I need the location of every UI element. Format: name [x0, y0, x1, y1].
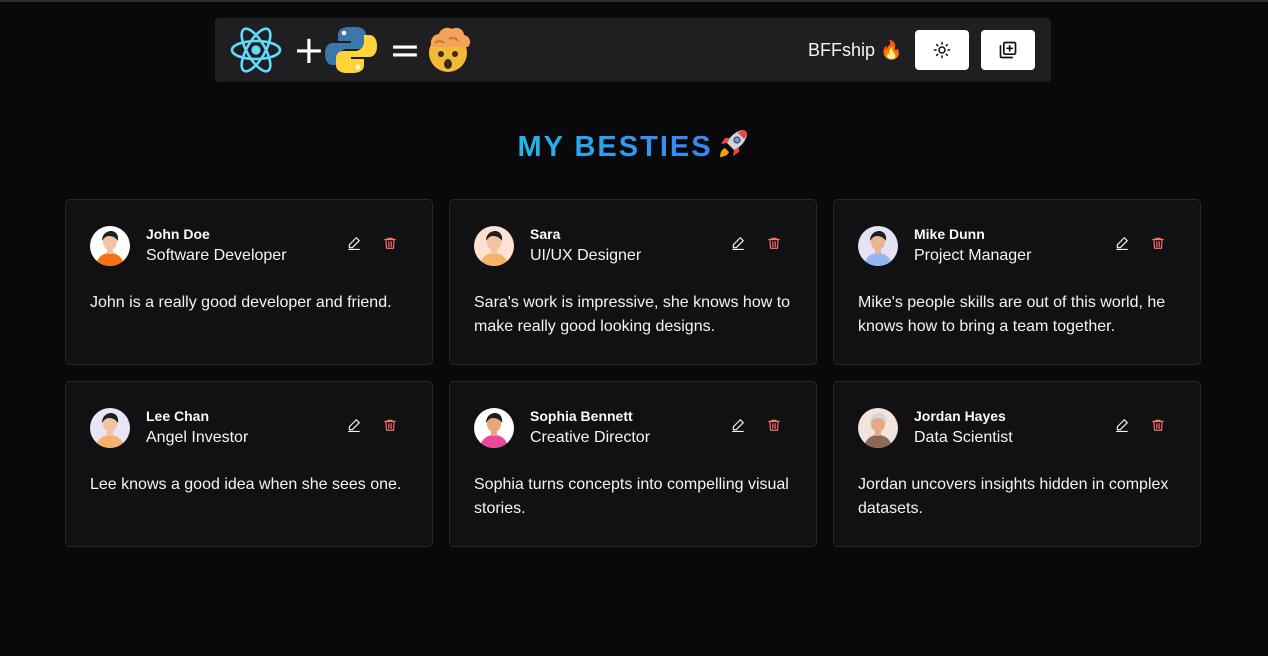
edit-button[interactable]: [727, 414, 749, 436]
friend-name: Lee Chan: [146, 408, 210, 424]
rocket-icon: [719, 130, 747, 157]
friend-description: Jordan uncovers insights hidden in compl…: [858, 476, 1169, 517]
avatar: [90, 226, 130, 266]
edit-button[interactable]: [1111, 414, 1133, 436]
friend-description: Lee knows a good idea when she sees one.: [90, 476, 402, 493]
avatar: [858, 226, 898, 266]
delete-button[interactable]: [1147, 232, 1169, 254]
pencil-icon: [348, 237, 360, 250]
avatar: [474, 408, 514, 448]
react-logo-icon: [230, 27, 282, 73]
friend-card: John Doe Software Developer John is a re…: [65, 199, 433, 365]
friend-name: John Doe: [146, 226, 210, 242]
window-top-border: [0, 0, 1268, 2]
pencil-icon: [1116, 419, 1128, 432]
plus-symbol: +: [293, 28, 325, 72]
trash-icon: [384, 419, 396, 431]
friend-card: Jordan Hayes Data Scientist Jordan uncov…: [833, 381, 1201, 547]
avatar-illustration: [90, 408, 130, 448]
avatar-illustration: [474, 226, 514, 266]
friend-description: Sara's work is impressive, she knows how…: [474, 294, 791, 335]
pencil-icon: [732, 419, 744, 432]
pencil-icon: [1116, 237, 1128, 250]
friend-role: Angel Investor: [146, 429, 249, 446]
friend-role: Project Manager: [914, 247, 1032, 264]
python-logo-icon: [325, 27, 377, 73]
friend-description: John is a really good developer and frie…: [90, 294, 392, 311]
friend-name: Mike Dunn: [914, 226, 985, 242]
friend-role: Creative Director: [530, 429, 651, 446]
trash-icon: [1152, 237, 1164, 249]
friend-name: Sophia Bennett: [530, 408, 633, 424]
friend-role: Software Developer: [146, 247, 287, 264]
trash-icon: [384, 237, 396, 249]
sun-icon: [933, 41, 951, 59]
friend-name: Sara: [530, 226, 561, 242]
friend-role: UI/UX Designer: [530, 247, 642, 264]
avatar-illustration: [858, 408, 898, 448]
navbar: + = BFFship 🔥: [215, 18, 1051, 82]
delete-button[interactable]: [379, 414, 401, 436]
trash-icon: [768, 419, 780, 431]
friend-name: Jordan Hayes: [914, 408, 1006, 424]
delete-button[interactable]: [379, 232, 401, 254]
avatar-illustration: [858, 226, 898, 266]
delete-button[interactable]: [1147, 414, 1169, 436]
trash-icon: [768, 237, 780, 249]
delete-button[interactable]: [763, 414, 785, 436]
avatar: [474, 226, 514, 266]
friend-card: Sara UI/UX Designer Sara's work is impre…: [449, 199, 817, 365]
friend-card: Lee Chan Angel Investor Lee knows a good…: [65, 381, 433, 547]
pencil-icon: [732, 237, 744, 250]
avatar-illustration: [474, 408, 514, 448]
friend-role: Data Scientist: [914, 429, 1013, 446]
friend-description: Sophia turns concepts into compelling vi…: [474, 476, 789, 517]
trash-icon: [1152, 419, 1164, 431]
exploding-head-emoji-icon: [429, 27, 471, 72]
edit-button[interactable]: [343, 232, 365, 254]
avatar-illustration: [90, 226, 130, 266]
brand-name: BFFship 🔥: [808, 40, 903, 60]
edit-button[interactable]: [343, 414, 365, 436]
edit-button[interactable]: [727, 232, 749, 254]
equals-symbol: =: [389, 28, 421, 72]
page-title: MY BESTIES: [0, 126, 1268, 165]
friend-card: Sophia Bennett Creative Director Sophia …: [449, 381, 817, 547]
theme-toggle-button[interactable]: [915, 30, 969, 70]
friend-card: Mike Dunn Project Manager Mike's people …: [833, 199, 1201, 365]
pencil-icon: [348, 419, 360, 432]
avatar: [90, 408, 130, 448]
friend-description: Mike's people skills are out of this wor…: [858, 294, 1166, 335]
delete-button[interactable]: [763, 232, 785, 254]
add-friend-button[interactable]: [981, 30, 1035, 70]
avatar: [858, 408, 898, 448]
page-title-text: MY BESTIES: [517, 131, 713, 163]
add-square-icon: [999, 41, 1017, 59]
edit-button[interactable]: [1111, 232, 1133, 254]
